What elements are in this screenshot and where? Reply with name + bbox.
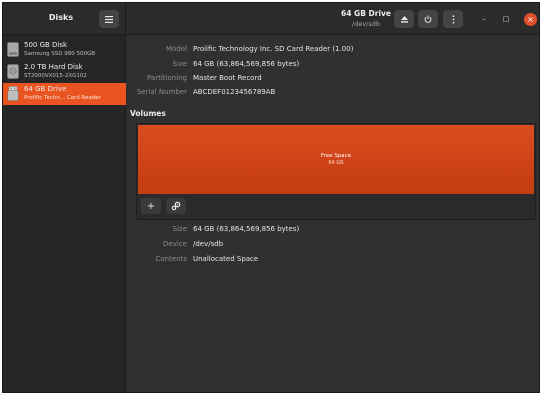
info-value: /dev/sdb <box>193 240 224 248</box>
info-value: 64 GB (63,864,569,856 bytes) <box>193 225 300 233</box>
info-label: Size <box>172 225 187 233</box>
usb-drive-icon <box>7 86 19 101</box>
info-value: Unallocated Space <box>193 255 259 263</box>
device-name: 64 GB Drive <box>24 85 67 93</box>
drive-device-path: /dev/sdb <box>352 20 380 28</box>
info-value: Master Boot Record <box>193 74 262 82</box>
partition-name: Free Space <box>320 153 352 159</box>
power-icon <box>424 15 432 23</box>
device-model: Samsung SSD 980 500GB <box>24 51 96 57</box>
info-label: Serial Number <box>136 88 187 96</box>
partition-size: 64 GB <box>328 160 344 166</box>
sidebar-headerbar: Disks <box>3 3 126 35</box>
volume-map: Free Space 64 GB + <box>136 123 536 220</box>
device-item-2tb-hard-disk[interactable]: 2.0 TB Hard Disk ST2000VX015-2XG102 <box>3 61 126 83</box>
drive-icon <box>7 64 19 79</box>
partition-free-space[interactable]: Free Space 64 GB <box>138 125 534 194</box>
close-button[interactable]: × <box>524 13 537 26</box>
device-item-500gb-disk[interactable]: 500 GB Disk Samsung SSD 980 500GB <box>3 39 126 61</box>
power-off-button[interactable] <box>418 10 438 28</box>
gears-icon <box>171 201 181 211</box>
info-value: 64 GB (63,864,569,856 bytes) <box>193 60 300 68</box>
info-label: Contents <box>155 255 188 263</box>
eject-button[interactable] <box>394 10 414 28</box>
info-value: ABCDEF0123456789AB <box>193 88 276 96</box>
hamburger-menu-icon <box>105 15 113 23</box>
drive-details-pane: Model Prolific Technology Inc. SD Card R… <box>126 35 539 392</box>
device-model: ST2000VX015-2XG102 <box>24 73 87 79</box>
minimize-button[interactable]: – <box>477 12 491 26</box>
main-headerbar: 64 GB Drive /dev/sdb – □ × <box>126 3 539 35</box>
volumes-heading: Volumes <box>130 109 166 118</box>
maximize-button[interactable]: □ <box>499 12 513 26</box>
drive-title: 64 GB Drive <box>340 9 391 18</box>
info-label: Model <box>165 45 187 53</box>
device-list: 500 GB Disk Samsung SSD 980 500GB 2.0 TB… <box>3 35 126 392</box>
info-value: Prolific Technology Inc. SD Card Reader … <box>193 45 354 53</box>
info-label: Device <box>163 240 187 248</box>
info-label: Size <box>172 60 187 68</box>
disks-window: Disks 64 GB Drive /dev/sdb – □ × 500 GB … <box>2 2 540 393</box>
app-menu-button[interactable] <box>99 10 119 28</box>
info-label: Partitioning <box>147 74 187 82</box>
device-name: 2.0 TB Hard Disk <box>24 63 83 71</box>
create-partition-button[interactable]: + <box>141 198 161 214</box>
drive-options-button[interactable] <box>443 10 463 28</box>
eject-icon <box>400 15 408 23</box>
kebab-menu-icon <box>452 14 454 24</box>
partition-options-button[interactable] <box>166 198 186 214</box>
drive-icon <box>7 42 19 57</box>
device-name: 500 GB Disk <box>24 41 68 49</box>
device-item-64gb-drive[interactable]: 64 GB Drive Prolific Techn... Card Reade… <box>3 83 126 105</box>
device-model: Prolific Techn... Card Reader <box>24 95 101 101</box>
